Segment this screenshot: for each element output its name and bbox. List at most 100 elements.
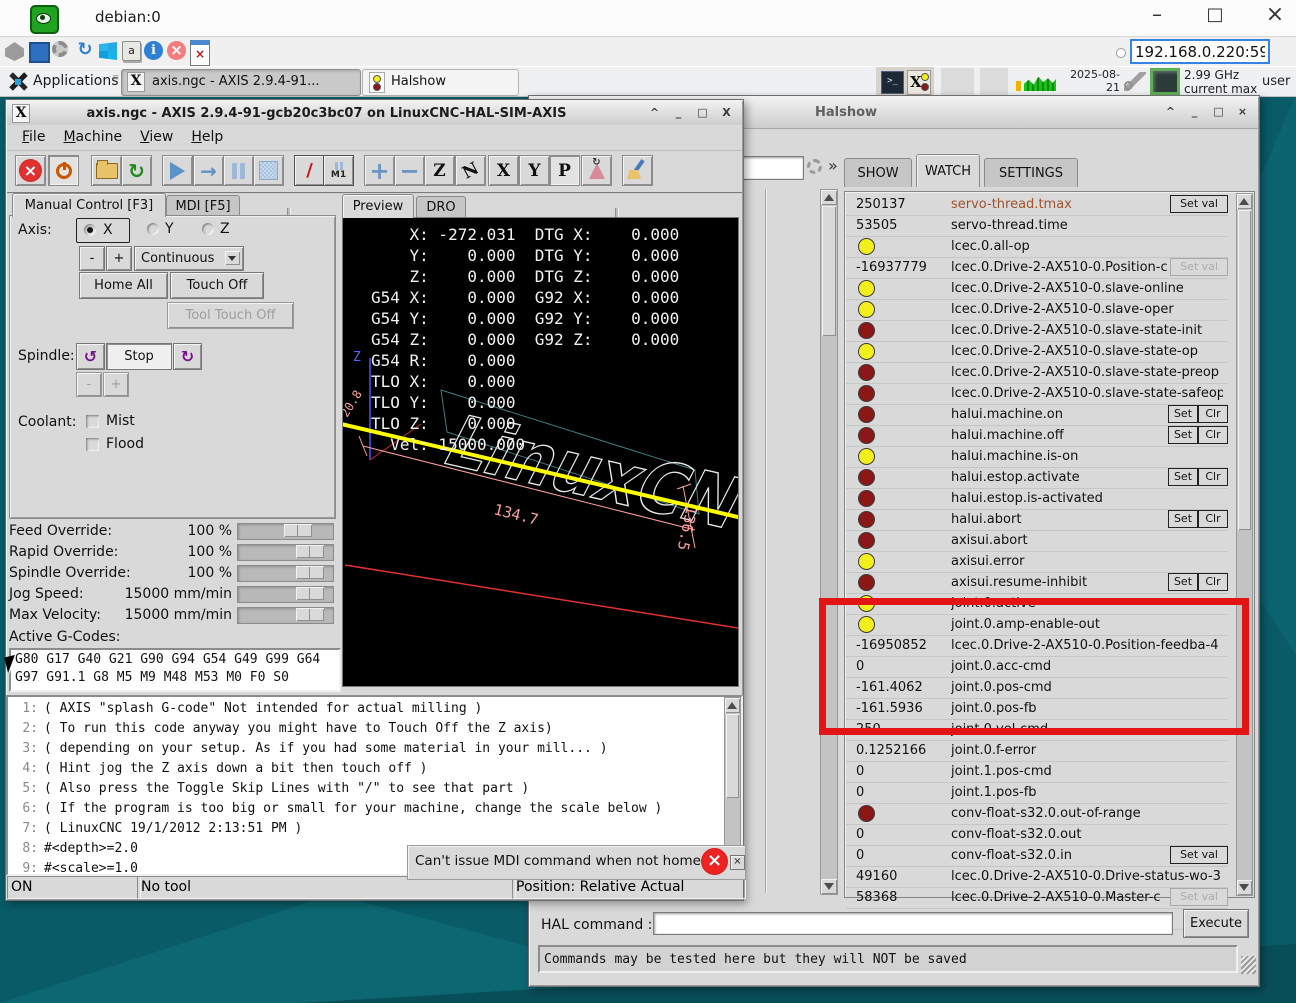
scroll-up-icon[interactable] <box>727 702 737 709</box>
connection-icon[interactable] <box>5 42 24 61</box>
pause-button[interactable] <box>223 155 254 186</box>
window-maximize-button[interactable]: □ <box>1200 4 1230 34</box>
tab-show[interactable]: SHOW <box>844 158 912 187</box>
address-input[interactable] <box>1130 39 1270 64</box>
refresh-icon[interactable]: ↻ <box>75 40 95 60</box>
menu-file[interactable]: File <box>13 125 54 148</box>
set-button[interactable]: Set <box>1168 573 1198 591</box>
jog-mode-combobox[interactable]: Continuous <box>134 246 244 271</box>
fullscreen-icon[interactable] <box>29 42 50 63</box>
key-a-icon[interactable]: a <box>122 41 141 61</box>
popup-close-button[interactable]: × <box>730 855 745 870</box>
slider-thumb[interactable] <box>296 545 324 558</box>
machine-power-button[interactable] <box>48 155 79 186</box>
axis-titlebar[interactable]: X axis.ngc - AXIS 2.9.4-91-gcb20c3bc07 o… <box>7 101 742 126</box>
minimize-icon[interactable]: _ <box>1186 105 1203 120</box>
info-icon[interactable]: i <box>144 41 163 60</box>
rollup-icon[interactable]: ^ <box>646 106 663 121</box>
mist-checkbox[interactable] <box>86 415 99 428</box>
tab-mdi[interactable]: MDI [F5] <box>166 195 240 217</box>
set-val-button[interactable]: Set val <box>1170 846 1228 864</box>
clr-button[interactable]: Clr <box>1198 405 1228 423</box>
zoom-in-button[interactable]: + <box>364 155 395 186</box>
display-icon[interactable] <box>1150 68 1180 95</box>
spindle-ccw-button[interactable]: ↺ <box>76 343 105 370</box>
resize-grip[interactable] <box>1241 956 1256 974</box>
clr-button[interactable]: Clr <box>1198 426 1228 444</box>
scroll-down-icon[interactable] <box>824 883 834 890</box>
estop-button[interactable]: × <box>15 155 46 186</box>
maximize-icon[interactable]: □ <box>694 106 711 121</box>
optional-pause-button[interactable]: M1 <box>323 155 354 186</box>
close-session-icon[interactable]: × <box>190 40 210 66</box>
view-y-button[interactable]: Y <box>519 155 550 186</box>
view-perspective-button[interactable]: P <box>549 155 580 186</box>
axis-radio-x[interactable]: X <box>76 218 130 243</box>
skip-lines-button[interactable]: / <box>294 155 325 186</box>
execute-button[interactable]: Execute <box>1183 909 1249 938</box>
run-button[interactable] <box>162 155 193 186</box>
spindle-stop-button[interactable]: Stop <box>106 343 172 370</box>
search-gear-icon[interactable] <box>807 159 822 174</box>
slider-thumb[interactable] <box>296 608 324 621</box>
window-close-button[interactable]: × <box>1260 2 1290 32</box>
override-slider[interactable] <box>237 565 334 582</box>
cpu-graph-icon[interactable] <box>1016 73 1056 91</box>
tab-dro[interactable]: DRO <box>416 196 466 218</box>
network-icon[interactable] <box>1124 72 1146 91</box>
hal-tray-icon[interactable]: X <box>907 70 931 95</box>
radio-z[interactable] <box>202 223 214 235</box>
view-z-button[interactable]: Z <box>424 155 455 186</box>
menu-view[interactable]: View <box>131 125 182 148</box>
override-slider[interactable] <box>237 586 334 603</box>
reload-button[interactable]: ↻ <box>121 155 152 186</box>
scroll-up-icon[interactable] <box>1239 198 1249 205</box>
clear-plot-button[interactable] <box>622 155 653 186</box>
view-x-button[interactable]: X <box>488 155 519 186</box>
touch-off-button[interactable]: Touch Off <box>170 272 264 299</box>
maximize-icon[interactable]: □ <box>1210 105 1227 120</box>
open-file-button[interactable] <box>91 155 122 186</box>
home-all-button[interactable]: Home All <box>79 272 168 299</box>
set-button[interactable]: Set <box>1168 510 1198 528</box>
clr-button[interactable]: Clr <box>1198 573 1228 591</box>
close-icon[interactable]: X <box>718 106 735 121</box>
minimize-icon[interactable]: _ <box>670 106 687 121</box>
expand-chevron[interactable]: » <box>828 156 838 175</box>
clr-button[interactable]: Clr <box>1198 510 1228 528</box>
slider-thumb[interactable] <box>296 587 324 600</box>
spindle-cw-button[interactable]: ↻ <box>173 343 202 370</box>
slider-thumb[interactable] <box>284 524 312 537</box>
preview-canvas[interactable]: Z LinuxCNC 134.7 136.5 20.8 X: -272.031 … <box>342 217 739 687</box>
jog-plus-button[interactable]: + <box>106 246 132 271</box>
disconnect-icon[interactable]: × <box>167 41 186 60</box>
task-button-axis[interactable]: X axis.ngc - AXIS 2.9.4-91... <box>121 69 361 96</box>
watch-scrollbar[interactable] <box>1236 193 1253 896</box>
step-button[interactable]: → <box>193 155 224 186</box>
close-icon[interactable]: × <box>1234 105 1251 120</box>
gear-icon[interactable] <box>52 41 68 57</box>
menu-help[interactable]: Help <box>182 125 232 148</box>
tab-preview[interactable]: Preview <box>342 194 414 218</box>
task-button-halshow[interactable]: Halshow <box>362 69 519 96</box>
radio-x[interactable] <box>84 224 96 236</box>
slider-thumb[interactable] <box>296 566 324 579</box>
set-button[interactable]: Set <box>1168 426 1198 444</box>
zoom-out-button[interactable]: − <box>394 155 425 186</box>
applications-icon[interactable] <box>8 72 27 91</box>
stop-button[interactable] <box>253 155 284 186</box>
hal-command-input[interactable] <box>653 912 1173 935</box>
address-radio[interactable] <box>1116 48 1126 58</box>
clr-button[interactable]: Clr <box>1198 468 1228 486</box>
set-val-button[interactable]: Set val <box>1170 195 1228 213</box>
rotate-view-button[interactable]: ↻ <box>581 155 612 186</box>
tab-manual-control[interactable]: Manual Control [F3] <box>12 193 166 217</box>
menu-machine[interactable]: Machine <box>54 125 131 148</box>
windows-key-icon[interactable] <box>99 42 117 60</box>
clock[interactable]: 2025-08-21 13:33 <box>1058 68 1120 95</box>
rollup-icon[interactable]: ^ <box>1162 105 1179 120</box>
tab-settings[interactable]: SETTINGS <box>984 158 1078 187</box>
view-z-rotated-button[interactable]: N <box>455 155 486 186</box>
set-button[interactable]: Set <box>1168 405 1198 423</box>
terminal-icon[interactable]: >_ <box>881 71 904 94</box>
